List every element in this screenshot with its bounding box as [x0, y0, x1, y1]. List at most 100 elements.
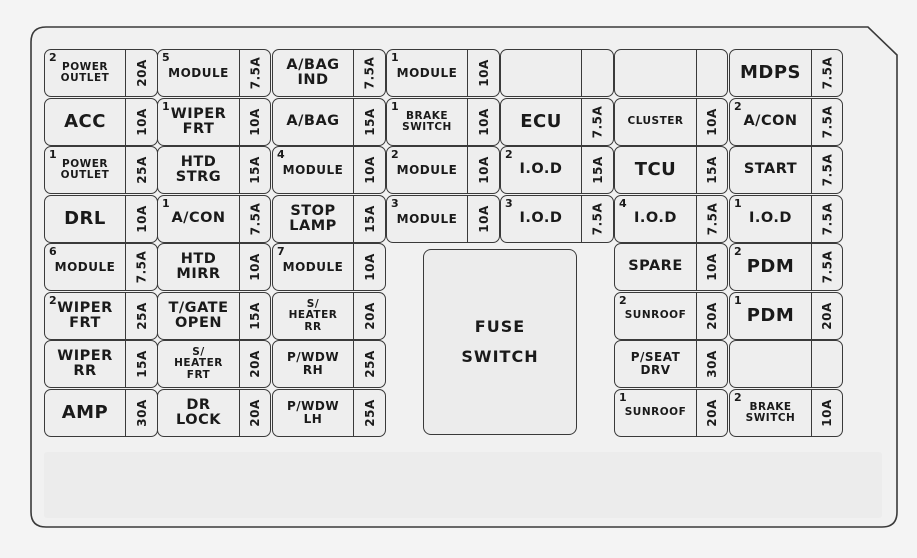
fuse-amperage: 10A	[248, 253, 262, 281]
fuse-rating-area: 10A	[468, 196, 499, 242]
fuse-index: 1	[391, 100, 399, 113]
fuse-slot[interactable]: I.O.D 4 7.5A	[614, 195, 728, 243]
fuse-name-area: ECU	[501, 99, 582, 145]
fuse-slot[interactable]: SUNROOF 1 20A	[614, 389, 728, 437]
fuse-slot[interactable]: SPARE 10A	[614, 243, 728, 291]
fuse-slot[interactable]: A/BAG IND 7.5A	[272, 49, 386, 97]
fuse-name-area: P/WDW RH	[273, 341, 354, 387]
fuse-slot[interactable]: ECU 7.5A	[500, 98, 614, 146]
fuse-name-area: I.O.D	[615, 196, 697, 242]
fuse-name-area: SUNROOF	[615, 293, 697, 339]
fuse-slot[interactable]: P/WDW RH 25A	[272, 340, 386, 388]
fuse-name: HTD MIRR	[176, 250, 221, 282]
fuse-slot[interactable]: P/WDW LH 25A	[272, 389, 386, 437]
fuse-slot[interactable]: POWER OUTLET 1 25A	[44, 146, 158, 194]
fuse-name: BRAKE SWITCH	[745, 400, 796, 424]
fuse-slot[interactable]: TCU 15A	[614, 146, 728, 194]
fuse-slot[interactable]: HTD STRG 15A	[157, 146, 271, 194]
fuse-slot[interactable]: HTD MIRR 10A	[157, 243, 271, 291]
fuse-amperage: 10A	[476, 108, 491, 136]
fuse-switch-block[interactable]: FUSE SWITCH	[423, 249, 577, 435]
fuse-slot[interactable]: SUNROOF 2 20A	[614, 292, 728, 340]
fuse-slot[interactable]: I.O.D 3 7.5A	[500, 195, 614, 243]
fuse-rating-area: 15A	[126, 341, 157, 387]
empty-fuse-slot[interactable]	[729, 340, 843, 388]
fuse-slot[interactable]: DRL 10A	[44, 195, 158, 243]
fuse-rating-area	[812, 341, 842, 387]
fuse-amperage: 25A	[362, 399, 377, 427]
fuse-amperage: 7.5A	[820, 153, 835, 187]
fuse-amperage: 10A	[476, 156, 491, 184]
fuse-name: MDPS	[739, 61, 801, 83]
fuse-slot[interactable]: MODULE 7 10A	[272, 243, 386, 291]
fuse-amperage: 15A	[362, 108, 377, 136]
fuse-index: 2	[505, 148, 513, 161]
fuse-slot[interactable]: STOP LAMP 15A	[272, 195, 386, 243]
fuse-index: 1	[162, 197, 170, 210]
fuse-slot[interactable]: MODULE 2 10A	[386, 146, 500, 194]
fuse-name-area: WIPER FRT	[158, 99, 240, 145]
fuse-rating-area: 25A	[354, 341, 385, 387]
fuse-slot[interactable]: START 7.5A	[729, 146, 843, 194]
fuse-amperage: 20A	[362, 302, 377, 330]
fuse-slot[interactable]: T/GATE OPEN 15A	[157, 292, 271, 340]
fuse-slot[interactable]: A/BAG 15A	[272, 98, 386, 146]
fuse-name: A/CON	[743, 113, 798, 130]
fuse-slot[interactable]: POWER OUTLET 2 20A	[44, 49, 158, 97]
fuse-slot[interactable]: MODULE 5 7.5A	[157, 49, 271, 97]
fuse-amperage: 15A	[362, 205, 377, 233]
fuse-amperage: 20A	[705, 399, 719, 427]
empty-fuse-slot[interactable]	[500, 49, 614, 97]
fuse-slot[interactable]: BRAKE SWITCH 2 10A	[729, 389, 843, 437]
fuse-slot[interactable]: P/SEAT DRV 30A	[614, 340, 728, 388]
fuse-slot[interactable]: DR LOCK 20A	[157, 389, 271, 437]
fuse-slot[interactable]: PDM 1 20A	[729, 292, 843, 340]
fuse-amperage: 30A	[705, 350, 719, 378]
fuse-slot[interactable]: MODULE 4 10A	[272, 146, 386, 194]
fuse-slot[interactable]: MODULE 1 10A	[386, 49, 500, 97]
fuse-name: AMP	[61, 401, 109, 423]
fuse-slot[interactable]: WIPER RR 15A	[44, 340, 158, 388]
fuse-rating-area	[697, 50, 727, 96]
fuse-rating-area: 25A	[126, 147, 157, 193]
fuse-name-area: A/CON	[158, 196, 240, 242]
fuse-slot[interactable]: AMP 30A	[44, 389, 158, 437]
fuse-index: 4	[277, 148, 285, 161]
fuse-slot[interactable]: ACC 10A	[44, 98, 158, 146]
fuse-index: 2	[619, 294, 627, 307]
fuse-name: A/BAG IND	[286, 56, 340, 88]
fuse-index: 2	[734, 245, 742, 258]
fuse-slot[interactable]: S/ HEATER RR 20A	[272, 292, 386, 340]
fuse-slot[interactable]: BRAKE SWITCH 1 10A	[386, 98, 500, 146]
fuse-amperage: 10A	[820, 399, 834, 427]
fuse-rating-area: 10A	[240, 99, 270, 145]
fuse-rating-area: 10A	[468, 50, 499, 96]
empty-fuse-slot[interactable]	[614, 49, 728, 97]
fuse-slot[interactable]: I.O.D 1 7.5A	[729, 195, 843, 243]
fuse-name: MODULE	[54, 259, 116, 274]
fuse-amperage: 7.5A	[362, 56, 377, 90]
fuse-slot[interactable]: S/ HEATER FRT 20A	[157, 340, 271, 388]
fuse-slot[interactable]: MODULE 6 7.5A	[44, 243, 158, 291]
fuse-rating-area: 15A	[240, 293, 270, 339]
fuse-slot[interactable]: CLUSTER 10A	[614, 98, 728, 146]
fuse-amperage: 7.5A	[590, 105, 605, 139]
fuse-slot[interactable]: WIPER FRT 1 10A	[157, 98, 271, 146]
fuse-name-area: DR LOCK	[158, 390, 240, 436]
fuse-index: 1	[734, 197, 742, 210]
fuse-amperage: 10A	[476, 59, 491, 87]
fuse-amperage: 7.5A	[820, 202, 835, 236]
fuse-name: TCU	[634, 158, 677, 180]
fuse-amperage: 20A	[820, 302, 834, 330]
fuse-slot[interactable]: MODULE 3 10A	[386, 195, 500, 243]
fuse-rating-area: 10A	[812, 390, 842, 436]
fuse-slot[interactable]: I.O.D 2 15A	[500, 146, 614, 194]
fuse-slot[interactable]: WIPER FRT 2 25A	[44, 292, 158, 340]
fuse-name: ACC	[64, 110, 106, 132]
fuse-slot[interactable]: A/CON 1 7.5A	[157, 195, 271, 243]
fuse-slot[interactable]: MDPS 7.5A	[729, 49, 843, 97]
fuse-name: POWER OUTLET	[60, 60, 110, 84]
fuse-name: DR LOCK	[176, 396, 221, 428]
fuse-slot[interactable]: PDM 2 7.5A	[729, 243, 843, 291]
fuse-slot[interactable]: A/CON 2 7.5A	[729, 98, 843, 146]
